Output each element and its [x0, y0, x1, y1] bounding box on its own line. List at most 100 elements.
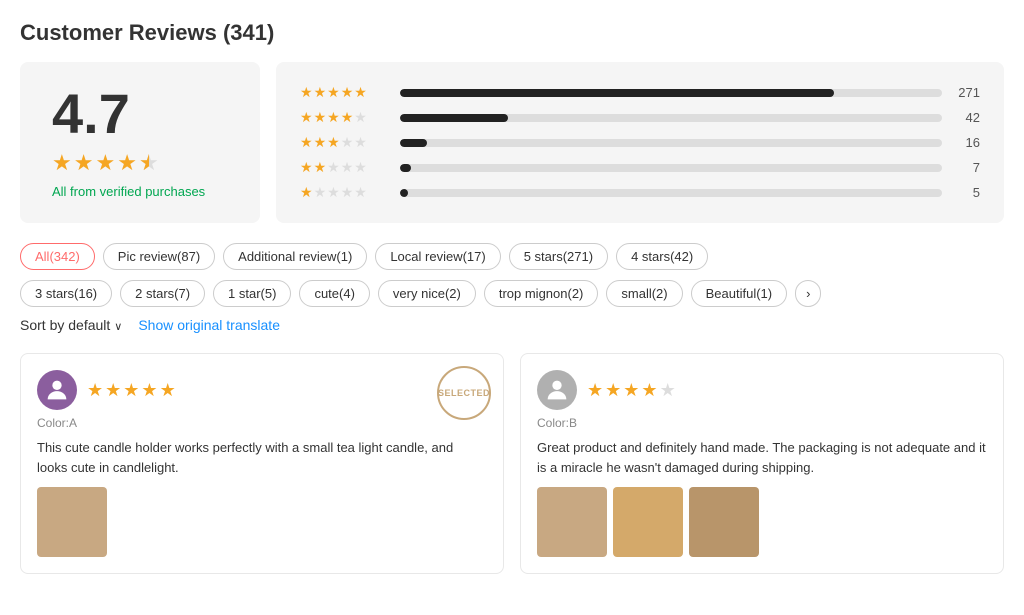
review-images-1: [37, 487, 487, 557]
review-image-2-3: [689, 487, 759, 557]
bar-star-1-5: ★: [354, 84, 367, 101]
bar-fill-3: [400, 139, 427, 147]
bar-track-3: [400, 139, 942, 147]
bar-star-1-2: ★: [314, 84, 327, 101]
bar-star-4-3: ★: [327, 159, 340, 176]
review-image-2-2: [613, 487, 683, 557]
review-star-2-3: ★: [623, 380, 639, 401]
filter-row-2: 3 stars(16) 2 stars(7) 1 star(5) cute(4) ver…: [20, 280, 1004, 307]
filter-chip-2[interactable]: Additional review(1): [223, 243, 367, 270]
bar-count-4: 7: [952, 160, 980, 175]
bar-track-4: [400, 164, 942, 172]
filter-chip-1[interactable]: Pic review(87): [103, 243, 215, 270]
bar-stars-5: ★★★★★: [300, 184, 390, 201]
filter-chip-12[interactable]: small(2): [606, 280, 682, 307]
filter-chip-7[interactable]: 2 stars(7): [120, 280, 205, 307]
filter-chip-0[interactable]: All(342): [20, 243, 95, 270]
bar-fill-4: [400, 164, 411, 172]
filter-chip-5[interactable]: 4 stars(42): [616, 243, 708, 270]
review-star-1-4: ★: [141, 380, 157, 401]
review-card-1: ★★★★★ Color:A This cute candle holder work…: [20, 353, 504, 574]
filter-chip-4[interactable]: 5 stars(271): [509, 243, 608, 270]
bar-star-3-2: ★: [314, 134, 327, 151]
review-header-2: ★★★★★: [537, 370, 987, 410]
review-image-2-1: [537, 487, 607, 557]
bar-star-4-4: ★: [341, 159, 354, 176]
review-star-1-3: ★: [123, 380, 139, 401]
bar-row-1: ★★★★★271: [300, 84, 980, 101]
review-star-2-4: ★: [641, 380, 657, 401]
filter-chip-13[interactable]: Beautiful(1): [691, 280, 787, 307]
review-images-2: [537, 487, 987, 557]
rating-stars: ★ ★ ★ ★ ★ ★: [52, 150, 228, 176]
bar-star-1-4: ★: [341, 84, 354, 101]
star-1: ★: [52, 150, 72, 176]
filter-chip-6[interactable]: 3 stars(16): [20, 280, 112, 307]
rating-score: 4.7: [52, 86, 228, 142]
bar-fill-5: [400, 189, 408, 197]
bar-row-3: ★★★★★16: [300, 134, 980, 151]
filter-more-button[interactable]: ›: [795, 280, 821, 307]
review-text-1: This cute candle holder works perfectly …: [37, 438, 487, 477]
avatar: [537, 370, 577, 410]
chevron-down-icon: [114, 317, 122, 333]
bar-star-5-4: ★: [341, 184, 354, 201]
sort-label: Sort by default: [20, 317, 110, 333]
avatar: [37, 370, 77, 410]
bar-row-4: ★★★★★7: [300, 159, 980, 176]
filter-chip-8[interactable]: 1 star(5): [213, 280, 291, 307]
bar-row-5: ★★★★★ 5: [300, 184, 980, 201]
bar-star-2-1: ★: [300, 109, 313, 126]
page-title: Customer Reviews (341): [20, 20, 1004, 46]
bar-star-5-2: ★: [314, 184, 327, 201]
filter-chip-11[interactable]: trop mignon(2): [484, 280, 599, 307]
bar-stars-2: ★★★★★: [300, 109, 390, 126]
review-color-1: Color:A: [37, 416, 487, 430]
rating-section: 4.7 ★ ★ ★ ★ ★ ★ All from verified purcha…: [20, 62, 1004, 223]
bar-count-1: 271: [952, 85, 980, 100]
review-stars-1: ★★★★★: [87, 380, 176, 401]
sort-row: Sort by default Show original translate: [20, 317, 1004, 333]
star-5: ★ ★: [139, 150, 159, 176]
bar-star-1-3: ★: [327, 84, 340, 101]
bar-stars-1: ★★★★★: [300, 84, 390, 101]
bar-track-2: [400, 114, 942, 122]
bar-star-3-1: ★: [300, 134, 313, 151]
bar-track-1: [400, 89, 942, 97]
selected-badge: SELECTED: [437, 366, 491, 420]
review-star-1-5: ★: [160, 380, 176, 401]
bar-star-2-3: ★: [327, 109, 340, 126]
filter-chip-3[interactable]: Local review(17): [375, 243, 500, 270]
bar-fill-2: [400, 114, 508, 122]
sort-default-button[interactable]: Sort by default: [20, 317, 122, 333]
bar-star-4-1: ★: [300, 159, 313, 176]
bar-count-2: 42: [952, 110, 980, 125]
bar-row-2: ★★★★★ 42: [300, 109, 980, 126]
review-header-1: ★★★★★: [37, 370, 487, 410]
bar-star-5-5: ★: [354, 184, 367, 201]
review-text-2: Great product and definitely hand made. …: [537, 438, 987, 477]
bar-star-4-2: ★: [314, 159, 327, 176]
bar-star-1-1: ★: [300, 84, 313, 101]
bar-stars-4: ★★★★★: [300, 159, 390, 176]
bar-count-3: 16: [952, 135, 980, 150]
verified-text: All from verified purchases: [52, 184, 228, 199]
filter-row-1: All(342) Pic review(87) Additional review(…: [20, 243, 1004, 270]
show-translate-button[interactable]: Show original translate: [138, 317, 280, 333]
star-3: ★: [95, 150, 115, 176]
star-4: ★: [117, 150, 137, 176]
rating-bars-panel: ★★★★★271★★★★★42★★★★★16★★★★★7★★★★★5: [276, 62, 1004, 223]
rating-left-panel: 4.7 ★ ★ ★ ★ ★ ★ All from verified purcha…: [20, 62, 260, 223]
bar-star-2-2: ★: [314, 109, 327, 126]
bar-count-5: 5: [952, 185, 980, 200]
review-card-2: ★★★★★ Color:B Great product and definitely…: [520, 353, 1004, 574]
filter-chip-9[interactable]: cute(4): [299, 280, 369, 307]
star-2: ★: [74, 150, 94, 176]
filter-chip-10[interactable]: very nice(2): [378, 280, 476, 307]
review-star-2-2: ★: [605, 380, 621, 401]
review-star-1-2: ★: [105, 380, 121, 401]
bar-star-4-5: ★: [354, 159, 367, 176]
review-stars-2: ★★★★★: [587, 380, 676, 401]
review-star-2-1: ★: [587, 380, 603, 401]
review-color-2: Color:B: [537, 416, 987, 430]
